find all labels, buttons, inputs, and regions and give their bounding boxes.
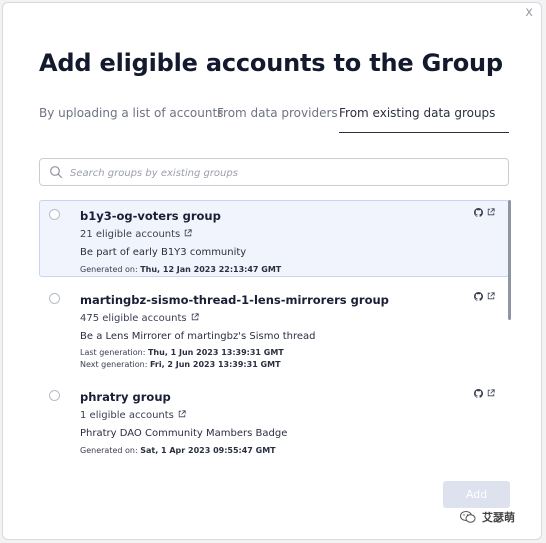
- group-description: Be part of early B1Y3 community: [80, 247, 247, 258]
- group-radio[interactable]: [49, 390, 60, 401]
- group-card-phratry[interactable]: phratry group 1 eligible accounts Phratr…: [39, 381, 509, 459]
- generated-on: Generated on: Sat, 1 Apr 2023 09:55:47 G…: [80, 446, 276, 455]
- generated-value: Sat, 1 Apr 2023 09:55:47 GMT: [140, 446, 276, 455]
- eligible-accounts-link[interactable]: 1 eligible accounts: [80, 410, 186, 421]
- watermark-text: 艾瑟萌: [482, 511, 515, 524]
- group-list: b1y3-og-voters group 21 eligible account…: [39, 200, 511, 470]
- search-input[interactable]: [68, 162, 502, 184]
- eligible-count: 21 eligible accounts: [80, 229, 181, 240]
- last-generation-label: Last generation:: [80, 348, 146, 357]
- search-box: [39, 158, 509, 186]
- generated-label: Generated on:: [80, 446, 138, 455]
- active-tab-indicator: [339, 132, 509, 133]
- last-generation-value: Thu, 1 Jun 2023 13:39:31 GMT: [147, 348, 284, 357]
- group-description: Be a Lens Mirrorer of martingbz's Sismo …: [80, 331, 316, 342]
- dialog-title: Add eligible accounts to the Group: [39, 49, 503, 77]
- generated-label: Generated on:: [80, 265, 138, 274]
- external-link-icon[interactable]: [487, 389, 495, 397]
- group-links: [474, 208, 496, 218]
- group-name: martingbz-sismo-thread-1-lens-mirrorers …: [80, 293, 389, 307]
- external-link-icon: [191, 313, 199, 321]
- next-generation-label: Next generation:: [80, 360, 148, 369]
- close-icon[interactable]: x: [525, 5, 533, 20]
- github-icon[interactable]: [474, 389, 483, 398]
- add-accounts-dialog: x Add eligible accounts to the Group By …: [2, 2, 542, 540]
- eligible-accounts-link[interactable]: 21 eligible accounts: [80, 229, 192, 240]
- group-name: b1y3-og-voters group: [80, 209, 221, 223]
- tab-data-providers[interactable]: From data providers: [217, 106, 338, 129]
- group-links: [474, 292, 496, 302]
- group-card-martingbz-mirrorers[interactable]: martingbz-sismo-thread-1-lens-mirrorers …: [39, 284, 509, 372]
- next-generation: Next generation: Fri, 2 Jun 2023 13:39:3…: [80, 360, 281, 369]
- group-name: phratry group: [80, 390, 171, 404]
- generated-value: Thu, 12 Jan 2023 22:13:47 GMT: [140, 265, 282, 274]
- generated-on: Generated on: Thu, 12 Jan 2023 22:13:47 …: [80, 265, 281, 274]
- group-description: Phratry DAO Community Mambers Badge: [80, 428, 288, 439]
- last-generation: Last generation: Thu, 1 Jun 2023 13:39:3…: [80, 348, 284, 357]
- group-card-b1y3-og-voters[interactable]: b1y3-og-voters group 21 eligible account…: [39, 200, 509, 277]
- tab-existing-groups[interactable]: From existing data groups: [339, 106, 495, 129]
- search-icon: [50, 166, 63, 179]
- list-scrollbar[interactable]: [508, 200, 511, 320]
- eligible-accounts-link[interactable]: 475 eligible accounts: [80, 313, 199, 324]
- github-icon[interactable]: [474, 208, 483, 217]
- group-links: [474, 389, 496, 399]
- tab-upload-list[interactable]: By uploading a list of accounts: [39, 106, 223, 129]
- external-link-icon[interactable]: [487, 208, 495, 216]
- group-radio[interactable]: [49, 293, 60, 304]
- group-radio[interactable]: [49, 209, 60, 220]
- external-link-icon: [178, 410, 186, 418]
- next-generation-value: Fri, 2 Jun 2023 13:39:31 GMT: [149, 360, 281, 369]
- eligible-count: 475 eligible accounts: [80, 313, 187, 324]
- watermark: 艾瑟萌: [460, 509, 540, 525]
- source-tabs: By uploading a list of accounts From dat…: [39, 106, 509, 136]
- external-link-icon: [185, 229, 192, 237]
- github-icon[interactable]: [474, 292, 483, 301]
- wechat-logo-icon: [460, 511, 476, 523]
- eligible-count: 1 eligible accounts: [80, 410, 174, 421]
- add-button[interactable]: Add: [443, 481, 510, 508]
- external-link-icon[interactable]: [487, 292, 495, 300]
